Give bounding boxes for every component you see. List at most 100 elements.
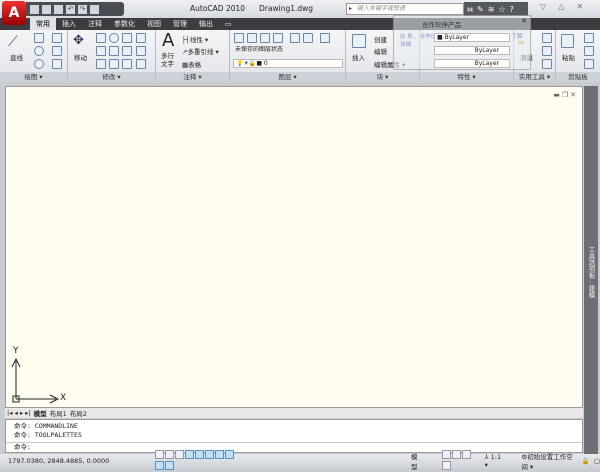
panel-title[interactable]: 实用工具 ▾ (514, 72, 555, 82)
linetype-dropdown[interactable]: ByLayer (434, 46, 510, 55)
showmotion-icon[interactable] (442, 461, 452, 470)
help-icon[interactable]: ? (510, 5, 514, 14)
pan-icon[interactable] (442, 450, 452, 459)
drawing-canvas[interactable]: ▬❐✕ Y X (5, 86, 583, 408)
model-space-button[interactable]: 模型 (411, 451, 422, 471)
layer-dropdown[interactable]: 💡☀🔓■ 0 (233, 59, 343, 68)
new-icon[interactable] (30, 4, 39, 14)
paste-button[interactable]: 粘贴 (562, 52, 575, 62)
application-menu-button[interactable]: A (2, 1, 26, 25)
binoculars-icon[interactable]: ᴍ (467, 5, 473, 14)
panel-title[interactable]: 图层 ▾ (230, 72, 345, 82)
minimize-icon[interactable]: ▬ (553, 91, 562, 99)
tab-layout2[interactable]: 布局2 (70, 408, 87, 418)
edit-block-button[interactable]: 编辑 (374, 46, 387, 56)
insert-block-icon[interactable] (352, 34, 366, 48)
line-button[interactable]: 直线 (10, 52, 23, 62)
close-icon[interactable]: ✕ (576, 2, 583, 11)
paste-icon[interactable] (561, 34, 574, 48)
copy-clip-icon[interactable] (584, 46, 594, 56)
close-icon[interactable]: ✕ (570, 91, 578, 99)
create-block-button[interactable]: 创建 (374, 34, 387, 44)
layer-properties-icon[interactable] (234, 33, 244, 43)
panel-title[interactable]: 剪贴板 (556, 72, 600, 82)
open-icon[interactable] (42, 4, 51, 14)
search-input[interactable]: 键入关键字或短语 (346, 3, 464, 15)
tab-home[interactable]: 常用 (30, 18, 56, 30)
panel-title[interactable]: 特性 ▾ (420, 72, 513, 82)
coordinates-readout[interactable]: 1797.0380, 2848.4885, 0.0000 (8, 457, 137, 465)
erase-icon[interactable] (96, 59, 106, 69)
command-input[interactable]: 命令: (6, 442, 582, 452)
linear-dim-button[interactable]: ├┤线性 ▾ (182, 34, 208, 44)
scale-icon[interactable] (109, 46, 119, 56)
cut-icon[interactable] (584, 33, 594, 43)
lineweight-dropdown[interactable]: ByLayer (434, 59, 510, 68)
zoom-icon[interactable] (452, 450, 462, 459)
layer-icon[interactable] (303, 33, 313, 43)
workspace-dropdown[interactable]: ⚙初始设置工作空间 ▾ (521, 451, 575, 471)
lineweight-toggle[interactable] (165, 461, 175, 470)
redo-icon[interactable]: ↷ (78, 4, 87, 14)
save-icon[interactable] (54, 4, 63, 14)
offset-icon[interactable] (136, 33, 146, 43)
3d-osnap-toggle[interactable] (205, 450, 215, 459)
mleader-button[interactable]: ↗多重引线 ▾ (182, 46, 219, 56)
quick-select-icon[interactable] (542, 33, 552, 43)
steeringwheel-icon[interactable] (462, 450, 472, 459)
communication-icon[interactable]: ≋ (488, 5, 495, 14)
restore-icon[interactable]: ❐ (562, 91, 570, 99)
match-properties-icon[interactable] (584, 59, 594, 69)
text-icon[interactable]: A (162, 30, 174, 51)
plot-icon[interactable] (90, 4, 99, 14)
circle-icon[interactable] (34, 46, 44, 56)
tab-manage[interactable]: 管理 (167, 18, 193, 30)
layer-icon[interactable] (247, 33, 257, 43)
array-icon[interactable] (122, 59, 132, 69)
minimize-icon[interactable]: ▽ (540, 2, 546, 11)
layer-icon[interactable] (320, 33, 330, 43)
tab-parametric[interactable]: 参数化 (108, 18, 141, 30)
explode-icon[interactable] (109, 59, 119, 69)
mtext-button[interactable]: 多行 文字 (161, 52, 174, 68)
annotation-scale-dropdown[interactable]: ⅄ 1:1 ▾ (485, 453, 504, 469)
tab-view[interactable]: 视图 (141, 18, 167, 30)
ribbon-minimize-button[interactable]: ▭ (219, 18, 238, 30)
trim-icon[interactable] (122, 33, 132, 43)
arc-icon[interactable] (34, 59, 44, 69)
fillet-icon[interactable] (136, 59, 146, 69)
panel-title[interactable]: 块 ▾ (346, 72, 419, 82)
select-icon[interactable] (542, 46, 552, 56)
wrench-icon[interactable]: ✎ (477, 5, 484, 14)
layer-icon[interactable] (260, 33, 270, 43)
tab-output[interactable]: 输出 (193, 18, 219, 30)
layer-icon[interactable] (273, 33, 283, 43)
ortho-toggle[interactable] (175, 450, 185, 459)
undo-icon[interactable]: ↶ (66, 4, 75, 14)
tab-annotate[interactable]: 注释 (82, 18, 108, 30)
move-icon[interactable]: ✥ (73, 33, 84, 48)
clean-screen-icon[interactable]: ▢ (594, 457, 600, 465)
hatch-icon[interactable] (52, 59, 62, 69)
tab-nav-arrows[interactable]: |◂ ◂ ▸ ▸| (7, 409, 31, 417)
lock-icon[interactable]: 🔒 (582, 457, 590, 465)
restore-icon[interactable]: △ (558, 2, 564, 11)
rotate-icon[interactable] (109, 33, 119, 43)
tool-palettes-bar[interactable]: 工具选项板 - 建模 (584, 86, 598, 456)
tab-model[interactable]: 模型 (34, 408, 47, 418)
layer-state-dropdown[interactable]: 未保存的图层状态 (233, 46, 343, 55)
osnap-toggle[interactable] (195, 450, 205, 459)
layer-icon[interactable] (290, 33, 300, 43)
polar-toggle[interactable] (185, 450, 195, 459)
tab-layout1[interactable]: 布局1 (50, 408, 67, 418)
polyline-icon[interactable] (34, 33, 44, 43)
move-button[interactable]: 移动 (74, 52, 87, 62)
extend-icon[interactable] (136, 46, 146, 56)
panel-title[interactable]: 注释 ▾ (156, 72, 229, 82)
table-button[interactable]: ▦表格 (182, 59, 201, 69)
star-icon[interactable]: ☆ (498, 5, 505, 14)
tab-insert[interactable]: 插入 (56, 18, 82, 30)
mirror-icon[interactable] (122, 46, 132, 56)
insert-button[interactable]: 插入 (352, 52, 365, 62)
copy-icon[interactable] (96, 33, 106, 43)
